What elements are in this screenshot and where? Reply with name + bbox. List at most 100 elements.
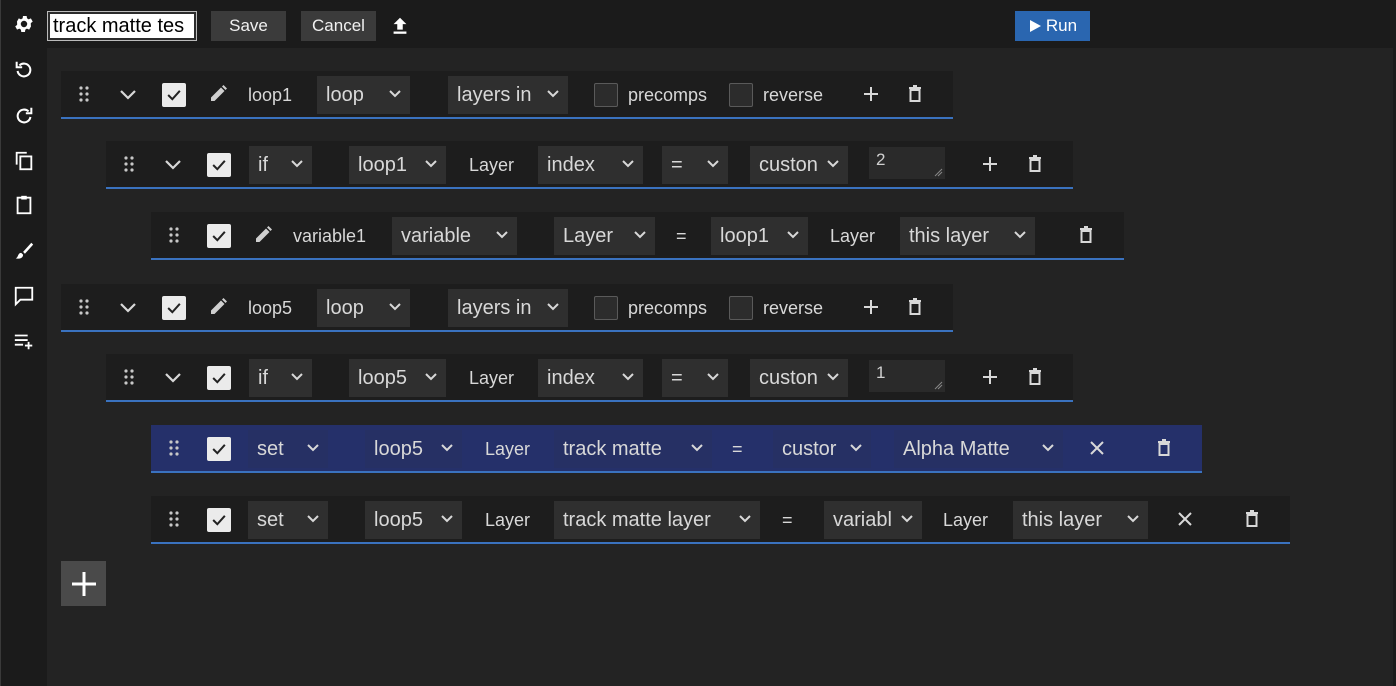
property-select[interactable]: track matte <box>554 430 712 468</box>
target-select[interactable]: loop1 <box>349 146 446 184</box>
chevron-down-icon[interactable] <box>163 155 183 175</box>
pencil-icon[interactable] <box>252 224 274 246</box>
plus-icon <box>71 571 96 596</box>
play-icon <box>1029 20 1041 32</box>
reverse-checkbox[interactable] <box>729 83 753 107</box>
value-mode-select[interactable]: custon <box>750 146 848 184</box>
variable-type-select[interactable]: Layer <box>554 217 655 255</box>
cancel-button[interactable]: Cancel <box>301 11 376 41</box>
copy-icon[interactable] <box>11 148 37 174</box>
drag-handle-icon[interactable] <box>78 298 90 316</box>
target-select[interactable]: loop1 <box>711 217 808 255</box>
redo-icon[interactable] <box>11 103 37 129</box>
set-row: set loop5 Layer track matte = custor Alp… <box>151 425 1202 473</box>
trash-icon[interactable] <box>1075 224 1097 246</box>
add-list-icon[interactable] <box>11 328 37 354</box>
operator-select[interactable]: = <box>662 146 728 184</box>
comment-icon[interactable] <box>11 283 37 309</box>
condition-row: if loop5 Layer index = custon 1 <box>106 354 1073 402</box>
drag-handle-icon[interactable] <box>123 368 135 386</box>
trash-icon[interactable] <box>904 296 926 318</box>
step-name: variable1 <box>293 226 367 246</box>
loop-source-select[interactable]: layers in <box>448 76 568 114</box>
target-select[interactable]: loop5 <box>365 501 462 539</box>
step-kind-select[interactable]: if <box>249 359 312 397</box>
trash-icon[interactable] <box>1024 153 1046 175</box>
chevron-down-icon[interactable] <box>118 298 138 318</box>
trash-icon[interactable] <box>1153 437 1175 459</box>
enable-checkbox[interactable] <box>207 153 231 177</box>
variable-row: variable1 variable Layer = loop1 Layer t… <box>151 212 1124 260</box>
drag-handle-icon[interactable] <box>168 510 180 528</box>
precomps-checkbox[interactable] <box>594 296 618 320</box>
brush-icon[interactable] <box>11 238 37 264</box>
step-kind-select[interactable]: set <box>248 501 328 539</box>
value-mode-select[interactable]: custor <box>773 430 871 468</box>
drag-handle-icon[interactable] <box>123 155 135 173</box>
step-type-select[interactable]: loop <box>317 76 410 114</box>
property-select[interactable]: index <box>538 146 643 184</box>
pencil-icon[interactable] <box>207 83 229 105</box>
value-select[interactable]: this layer <box>900 217 1035 255</box>
upload-icon[interactable] <box>389 15 411 37</box>
value-mode-select[interactable]: custon <box>750 359 848 397</box>
target-select[interactable]: loop5 <box>349 359 446 397</box>
enable-checkbox[interactable] <box>162 296 186 320</box>
enable-checkbox[interactable] <box>207 224 231 248</box>
pencil-icon[interactable] <box>207 296 229 318</box>
close-icon[interactable] <box>1174 508 1196 530</box>
enable-checkbox[interactable] <box>207 437 231 461</box>
layer-label: Layer <box>485 439 531 459</box>
enable-checkbox[interactable] <box>207 508 231 532</box>
left-toolbar <box>0 0 47 686</box>
set-row: set loop5 Layer track matte layer = vari… <box>151 496 1290 544</box>
value-select[interactable]: this layer <box>1013 501 1148 539</box>
step-name: loop1 <box>248 85 293 105</box>
drag-handle-icon[interactable] <box>78 85 90 103</box>
step-kind-select[interactable]: set <box>248 430 328 468</box>
add-icon[interactable] <box>979 366 1001 388</box>
target-select[interactable]: loop5 <box>365 430 462 468</box>
loop-source-select[interactable]: layers in <box>448 289 568 327</box>
enable-checkbox[interactable] <box>162 83 186 107</box>
reverse-label: reverse <box>763 85 824 105</box>
value-textarea[interactable]: 2 <box>869 147 945 179</box>
trash-icon[interactable] <box>1241 508 1263 530</box>
step-type-select[interactable]: variable <box>392 217 517 255</box>
value-mode-select[interactable]: variabl <box>824 501 922 539</box>
step-type-select[interactable]: loop <box>317 289 410 327</box>
layer-label: Layer <box>830 226 876 246</box>
operator-select[interactable]: = <box>662 359 728 397</box>
title-input[interactable] <box>47 11 197 41</box>
property-select[interactable]: index <box>538 359 643 397</box>
close-icon[interactable] <box>1086 437 1108 459</box>
add-step-button[interactable] <box>61 561 106 606</box>
reverse-label: reverse <box>763 298 824 318</box>
add-icon[interactable] <box>860 83 882 105</box>
gear-icon[interactable] <box>11 11 37 37</box>
drag-handle-icon[interactable] <box>168 226 180 244</box>
layer-label: Layer <box>469 155 515 175</box>
layer-label: Layer <box>469 368 515 388</box>
trash-icon[interactable] <box>1024 366 1046 388</box>
chevron-down-icon[interactable] <box>163 368 183 388</box>
add-icon[interactable] <box>979 153 1001 175</box>
undo-icon[interactable] <box>11 57 37 83</box>
precomps-checkbox[interactable] <box>594 83 618 107</box>
paste-icon[interactable] <box>11 192 37 218</box>
precomps-label: precomps <box>628 298 708 318</box>
reverse-checkbox[interactable] <box>729 296 753 320</box>
drag-handle-icon[interactable] <box>168 439 180 457</box>
property-select[interactable]: track matte layer <box>554 501 760 539</box>
run-button[interactable]: Run <box>1015 11 1090 41</box>
chevron-down-icon[interactable] <box>118 85 138 105</box>
save-button[interactable]: Save <box>211 11 286 41</box>
value-select[interactable]: Alpha Matte <box>894 430 1063 468</box>
loop-row: loop5 loop layers in precomps reverse <box>61 284 953 332</box>
trash-icon[interactable] <box>904 83 926 105</box>
step-kind-select[interactable]: if <box>249 146 312 184</box>
value-textarea[interactable]: 1 <box>869 360 945 392</box>
equals-label: = <box>732 439 743 459</box>
add-icon[interactable] <box>860 296 882 318</box>
enable-checkbox[interactable] <box>207 366 231 390</box>
